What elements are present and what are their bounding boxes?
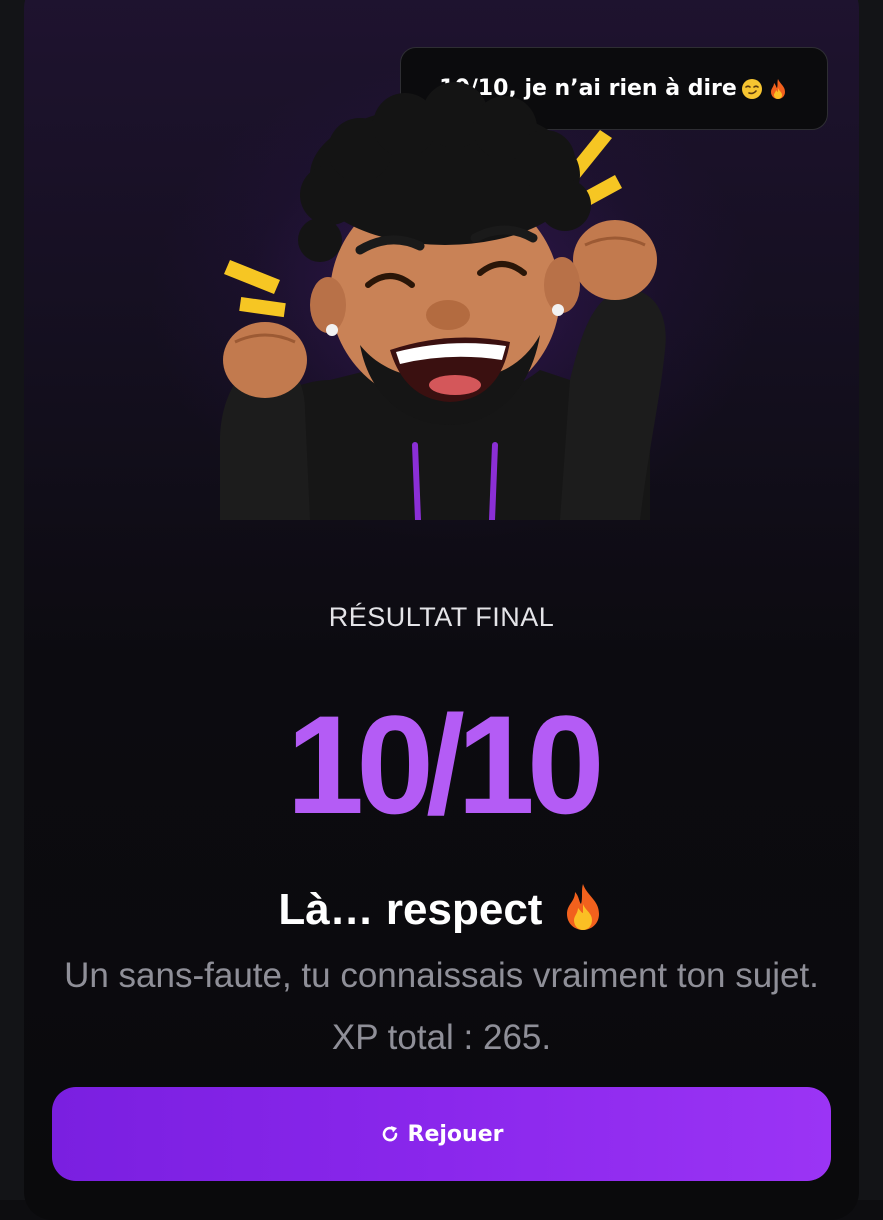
replay-button[interactable]: Rejouer xyxy=(52,1087,831,1181)
celebrating-avatar-image xyxy=(220,82,666,520)
result-subtitle: Un sans-faute, tu connaissais vraiment t… xyxy=(64,956,819,1057)
result-label: RÉSULTAT FINAL xyxy=(328,602,555,632)
smirk-emoji-icon xyxy=(741,78,762,99)
hair xyxy=(298,82,591,262)
final-score: 10/10 xyxy=(286,686,604,843)
refresh-icon xyxy=(382,1126,397,1142)
result-headline: Là… respect xyxy=(0,880,883,940)
fire-emoji-icon xyxy=(566,884,599,930)
excitement-marks-left xyxy=(224,260,286,318)
result-headline-text: Là… respect xyxy=(278,885,543,934)
replay-button-label: Rejouer xyxy=(407,1121,504,1147)
fire-emoji-icon xyxy=(770,78,785,99)
screen-frame: 10/10, je n’ai rien à dire RÉSULTAT FINA… xyxy=(0,0,883,1220)
